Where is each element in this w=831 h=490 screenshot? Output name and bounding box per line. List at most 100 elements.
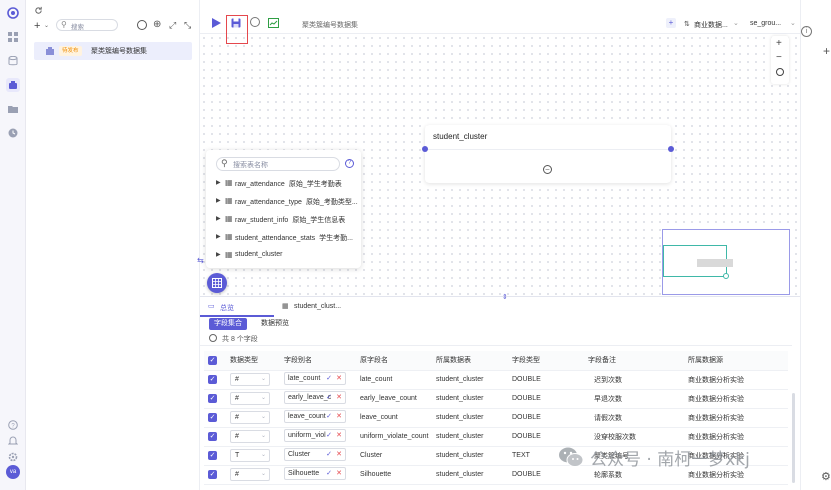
confirm-icon[interactable]: ✓ xyxy=(326,392,332,403)
expand-icon[interactable]: ⤢ xyxy=(169,19,176,31)
cancel-icon[interactable]: ✕ xyxy=(336,468,342,479)
sync-icon[interactable] xyxy=(137,20,147,30)
subtab-fields[interactable]: 字段集合 xyxy=(209,318,247,330)
type-select[interactable]: # ⌄ xyxy=(230,373,270,386)
type-select[interactable]: # ⌄ xyxy=(230,392,270,405)
table-list-item[interactable]: ▶ ▦ raw_attendance 原始_学生考勤表 xyxy=(214,177,358,191)
right-select[interactable]: se_grou... xyxy=(750,20,781,27)
database-icon[interactable] xyxy=(6,54,20,68)
alias-input[interactable]: Silhouette ✓ ✕ xyxy=(284,467,346,480)
reset-view-icon[interactable] xyxy=(776,68,784,76)
tree-item-dataset[interactable]: 待发布 聚类簇编号数据集 xyxy=(34,42,192,60)
row-checkbox[interactable]: ✓ xyxy=(204,465,226,485)
table-row[interactable]: ✓ # ⌄ early_leave_c ✓ ✕ early_leave_count stude… xyxy=(204,389,788,409)
alias-input[interactable]: Cluster ✓ ✕ xyxy=(284,448,346,461)
resize-handle-icon[interactable]: ⇕ xyxy=(502,293,508,301)
alias-input[interactable]: early_leave_c ✓ ✕ xyxy=(284,391,346,404)
table-node[interactable]: student_cluster – xyxy=(422,125,674,183)
confirm-icon[interactable]: ✓ xyxy=(326,411,332,422)
locate-icon[interactable]: ⊕ xyxy=(153,19,161,31)
folder-icon[interactable] xyxy=(6,102,20,116)
info-icon[interactable]: i xyxy=(801,26,812,37)
table-list-item[interactable]: ▶ ▦ student_attendance_stats 学生考勤... xyxy=(214,231,358,245)
minimap-handle[interactable] xyxy=(723,273,729,279)
row-checkbox[interactable]: ✓ xyxy=(204,427,226,447)
zoom-in-button[interactable]: + xyxy=(776,38,782,49)
confirm-icon[interactable]: ✓ xyxy=(326,449,332,460)
confirm-icon[interactable]: ✓ xyxy=(326,468,332,479)
refresh-icon[interactable] xyxy=(209,334,217,342)
checkbox-icon[interactable]: ✓ xyxy=(208,413,217,422)
subtab-preview[interactable]: 数据预览 xyxy=(261,318,289,330)
collapse-icon[interactable]: ⤡ xyxy=(184,19,191,31)
bell-icon[interactable] xyxy=(6,434,20,448)
type-select[interactable]: # ⌄ xyxy=(230,430,270,443)
chevron-down-icon[interactable]: ⌄ xyxy=(790,19,796,27)
chevron-down-icon[interactable]: ⌄ xyxy=(733,19,739,27)
checkbox-icon[interactable]: ✓ xyxy=(208,432,217,441)
confirm-icon[interactable]: ✓ xyxy=(326,430,332,441)
checkbox-icon[interactable]: ✓ xyxy=(208,394,217,403)
alias-input[interactable]: late_count ✓ ✕ xyxy=(284,372,346,385)
caret-right-icon[interactable]: ▶ xyxy=(216,197,221,204)
table-search-input[interactable]: ⚲ 搜索表名称 xyxy=(216,157,340,171)
logo-icon[interactable] xyxy=(6,6,20,20)
type-select[interactable]: # ⌄ xyxy=(230,468,270,481)
row-checkbox[interactable]: ✓ xyxy=(204,446,226,466)
dataset-icon[interactable] xyxy=(6,78,20,92)
caret-right-icon[interactable]: ▶ xyxy=(216,215,221,222)
chart-icon[interactable] xyxy=(268,18,279,30)
select-all-checkbox[interactable]: ✓ xyxy=(204,351,226,371)
table-row[interactable]: ✓ # ⌄ late_count ✓ ✕ late_count student_cluster… xyxy=(204,370,788,390)
caret-right-icon[interactable]: ▶ xyxy=(216,179,221,186)
caret-right-icon[interactable]: ▶ xyxy=(216,251,221,258)
checkbox-icon[interactable]: ✓ xyxy=(208,375,217,384)
table-row[interactable]: ✓ # ⌄ leave_count ✓ ✕ leave_count student_clust… xyxy=(204,408,788,428)
plus-icon[interactable]: + xyxy=(823,44,830,58)
save-icon[interactable] xyxy=(231,18,241,30)
row-checkbox[interactable]: ✓ xyxy=(204,408,226,428)
table-list-item[interactable]: ▶ ▦ raw_attendance_type 原始_考勤类型... xyxy=(214,195,358,209)
table-list-item[interactable]: ▶ ▦ student_cluster xyxy=(214,249,358,263)
grid-icon[interactable] xyxy=(6,30,20,44)
gear-icon[interactable]: ⚙ xyxy=(821,470,831,483)
settings-icon[interactable] xyxy=(6,450,20,464)
model-select[interactable]: 商业数据... xyxy=(694,20,728,30)
row-checkbox[interactable]: ✓ xyxy=(204,370,226,390)
left-port[interactable] xyxy=(422,146,428,152)
cancel-icon[interactable]: ✕ xyxy=(336,392,342,403)
checkbox-icon[interactable]: ✓ xyxy=(208,355,217,365)
add-icon[interactable]: + xyxy=(34,20,40,32)
cancel-icon[interactable]: ✕ xyxy=(336,449,342,460)
tree-search-input[interactable]: ⚲ 搜索 xyxy=(56,19,118,31)
help-icon[interactable]: ? xyxy=(345,159,354,168)
table-list-item[interactable]: ▶ ▦ raw_student_info 原始_学生信息表 xyxy=(214,213,358,227)
avatar[interactable]: va xyxy=(6,465,20,479)
refresh-icon[interactable] xyxy=(34,6,43,17)
help-icon[interactable]: ? xyxy=(6,418,20,432)
clock-icon[interactable] xyxy=(6,126,20,140)
right-port[interactable] xyxy=(668,146,674,152)
type-select[interactable]: T ⌄ xyxy=(230,449,270,462)
caret-right-icon[interactable]: ▶ xyxy=(216,233,221,240)
row-checkbox[interactable]: ✓ xyxy=(204,389,226,409)
checkbox-icon[interactable]: ✓ xyxy=(208,470,217,479)
cancel-icon[interactable]: ✕ xyxy=(336,430,342,441)
run-icon[interactable] xyxy=(212,18,221,30)
type-select[interactable]: # ⌄ xyxy=(230,411,270,424)
table-grid-button[interactable] xyxy=(207,273,227,293)
zoom-out-button[interactable]: − xyxy=(776,52,782,63)
alias-input[interactable]: leave_count ✓ ✕ xyxy=(284,410,346,423)
panel-toggle-icon[interactable]: ⇆ xyxy=(197,256,204,265)
cancel-icon[interactable]: ✕ xyxy=(336,373,342,384)
alias-input[interactable]: uniform_viol ✓ ✕ xyxy=(284,429,346,442)
refresh-icon[interactable] xyxy=(250,17,260,27)
minimap[interactable] xyxy=(662,229,790,295)
confirm-icon[interactable]: ✓ xyxy=(326,373,332,384)
collapse-node-icon[interactable]: – xyxy=(543,165,552,174)
scrollbar[interactable] xyxy=(792,393,795,483)
checkbox-icon[interactable]: ✓ xyxy=(208,451,217,460)
add-model-button[interactable]: + xyxy=(666,18,676,28)
cancel-icon[interactable]: ✕ xyxy=(336,411,342,422)
chevron-down-icon[interactable]: ⌄ xyxy=(44,22,49,29)
